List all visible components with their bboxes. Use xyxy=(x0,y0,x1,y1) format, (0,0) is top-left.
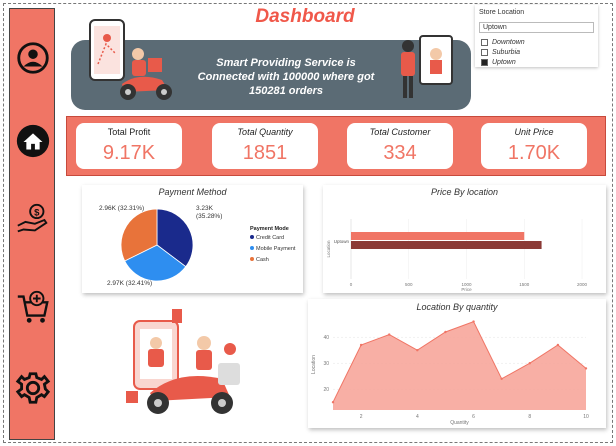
x-tick-label: 6 xyxy=(472,414,475,420)
area-point[interactable] xyxy=(388,333,391,336)
scooter-delivery-illustration xyxy=(126,309,240,414)
banner-message: Smart Providing Service is Connected wit… xyxy=(186,56,386,98)
x-tick-label: 500 xyxy=(405,282,413,287)
y-tick-label: Uptown xyxy=(334,239,350,244)
y-axis-title: Location xyxy=(326,240,331,258)
legend-swatch xyxy=(250,235,254,239)
x-tick-label: 1500 xyxy=(519,282,530,287)
banner-line: Smart Providing Service is xyxy=(216,57,356,69)
y-tick-label: 30 xyxy=(323,361,329,367)
location-by-quantity-card: Location By quantity 20 30 40 2 4 6 8 10 Quantit… xyxy=(308,299,606,428)
option-label: Suburbia xyxy=(492,49,521,56)
checkbox[interactable] xyxy=(481,39,488,46)
price-by-location-card: Price By location 0 500 1000 1500 2000 Price L… xyxy=(323,185,606,293)
kpi-label: Total Profit xyxy=(107,127,151,137)
user-profile-icon[interactable] xyxy=(14,39,52,77)
kpi-label: Total Quantity xyxy=(237,127,293,137)
checkbox-checked[interactable] xyxy=(481,59,488,66)
area-point[interactable] xyxy=(331,401,335,404)
kpi-value: 1.70K xyxy=(507,142,561,164)
banner-line: Connected with 100000 where got xyxy=(197,71,375,83)
add-to-cart-icon[interactable] xyxy=(14,289,52,327)
area-point[interactable] xyxy=(556,343,560,347)
area-point[interactable] xyxy=(500,377,503,380)
store-option-suburbia[interactable]: Suburbia xyxy=(481,48,520,57)
price-bar[interactable] xyxy=(351,232,525,240)
x-tick-label: 0 xyxy=(350,282,353,287)
area-point[interactable] xyxy=(359,343,363,347)
home-icon[interactable] xyxy=(14,122,52,160)
price-by-location-bar-chart: 0 500 1000 1500 2000PriceLocation Uptown xyxy=(326,219,588,292)
money-hand-icon[interactable]: $ xyxy=(14,201,52,239)
legend-swatch xyxy=(250,246,254,250)
svg-text:$: $ xyxy=(34,207,40,218)
y-tick-label: 20 xyxy=(323,387,329,393)
banner-line: 150281 orders xyxy=(249,85,323,97)
area-point[interactable] xyxy=(584,367,588,370)
area-point[interactable] xyxy=(472,320,475,323)
store-location-slicer: Store Location Uptown Downtown Suburbia … xyxy=(475,5,598,67)
y-tick-label: 40 xyxy=(323,335,329,341)
legend-item-label: Mobile Payment xyxy=(256,246,296,252)
x-tick-label: 10 xyxy=(583,414,589,420)
settings-gear-icon[interactable] xyxy=(14,369,52,407)
pie-data-label: 2.97K (32.41%) xyxy=(107,280,152,287)
kpi-label: Total Customer xyxy=(369,127,431,137)
pie-data-label-percent: (35.28%) xyxy=(196,213,222,220)
x-tick-label: 2000 xyxy=(577,282,588,287)
kpi-card-total-profit: Total Profit 9.17K xyxy=(76,123,182,169)
y-axis-title: Location xyxy=(311,355,317,374)
store-option-uptown[interactable]: Uptown xyxy=(481,58,516,67)
kpi-card-unit-price: Unit Price 1.70K xyxy=(481,123,587,169)
store-option-downtown[interactable]: Downtown xyxy=(481,38,525,47)
x-tick-label: 4 xyxy=(416,414,419,420)
area-fill[interactable] xyxy=(333,321,586,410)
kpi-card-total-customer: Total Customer 334 xyxy=(347,123,453,169)
payment-method-card: Payment Method 3.23K (35.28%) 2.97K (32.41… xyxy=(82,185,303,293)
page-title: Dashboard xyxy=(255,6,355,27)
kpi-value: 334 xyxy=(383,142,417,164)
legend-item-label: Credit Card xyxy=(256,235,284,241)
store-location-dropdown[interactable]: Uptown xyxy=(479,22,594,33)
pie-data-label: 3.23K xyxy=(196,205,214,212)
x-axis-title: Price xyxy=(461,287,472,292)
x-axis-title: Quantity xyxy=(450,420,469,426)
area-point[interactable] xyxy=(444,330,447,334)
shopping-person-illustration xyxy=(401,35,453,98)
kpi-label: Unit Price xyxy=(514,127,554,137)
location-by-quantity-area-chart: 20 30 40 2 4 6 8 10 Quantity Location xyxy=(311,320,589,426)
area-point[interactable] xyxy=(416,349,419,352)
pie-data-label: 2.96K (32.31%) xyxy=(99,205,144,212)
checkbox[interactable] xyxy=(481,49,488,56)
sidebar: $ xyxy=(9,8,55,440)
legend-item-label: Cash xyxy=(256,257,269,263)
kpi-value: 1851 xyxy=(242,142,288,164)
option-label: Uptown xyxy=(492,59,516,66)
kpi-value: 9.17K xyxy=(102,142,156,164)
x-tick-label: 2 xyxy=(360,414,363,420)
legend-title: Payment Mode xyxy=(250,226,289,232)
kpi-strip: Total Profit 9.17K Total Quantity 1851 T… xyxy=(66,116,606,176)
x-tick-label: 8 xyxy=(528,414,531,420)
price-bar[interactable] xyxy=(351,241,542,249)
payment-method-pie-chart: 3.23K(35.28%) 2.97K (32.41%) 2.96K (32.31%… xyxy=(99,205,296,287)
option-label: Downtown xyxy=(492,39,525,46)
legend-swatch xyxy=(250,257,254,261)
area-point[interactable] xyxy=(528,362,531,365)
delivery-phone-illustration xyxy=(89,19,172,100)
kpi-card-total-quantity: Total Quantity 1851 xyxy=(212,123,318,169)
slicer-title: Store Location xyxy=(479,9,525,16)
